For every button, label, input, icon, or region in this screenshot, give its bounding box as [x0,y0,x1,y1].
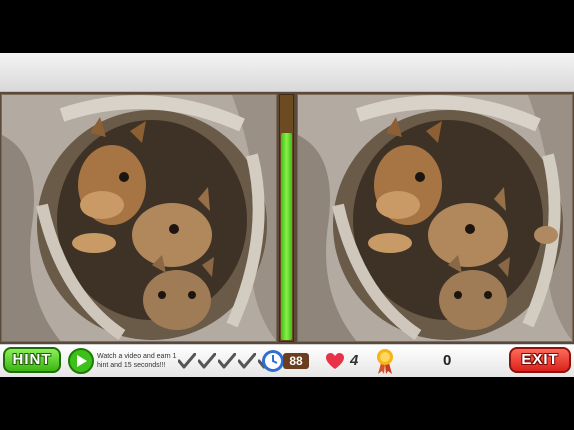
time-bar [279,94,294,342]
squirrels-in-tree-image [2,95,276,341]
original-photo[interactable] [1,94,277,342]
hint-button[interactable]: HINT [3,347,61,373]
checkmark-icon [218,353,236,369]
medal-icon [377,349,393,374]
checkmark-icon [198,353,216,369]
score: 0 [443,352,452,369]
time-remaining: 88 [283,353,309,369]
time-bar-fill [281,132,292,340]
checkmark-icon [178,353,196,369]
stopwatch-icon [262,350,284,372]
lives-count: 4 [350,352,359,369]
video-offer-text: Watch a video and earn 1 hint and 15 sec… [97,353,177,369]
checkmark-icon [238,353,256,369]
exit-button[interactable]: EXIT [509,347,571,373]
play-area [0,92,574,344]
squirrels-in-tree-image [298,95,572,341]
hud-bar: HINT Watch a video and earn 1 hint and 1… [0,344,574,377]
play-icon [77,355,87,367]
watch-video-button[interactable] [68,348,94,374]
ad-banner [0,53,574,92]
heart-icon [326,353,344,369]
modified-photo[interactable] [297,94,573,342]
